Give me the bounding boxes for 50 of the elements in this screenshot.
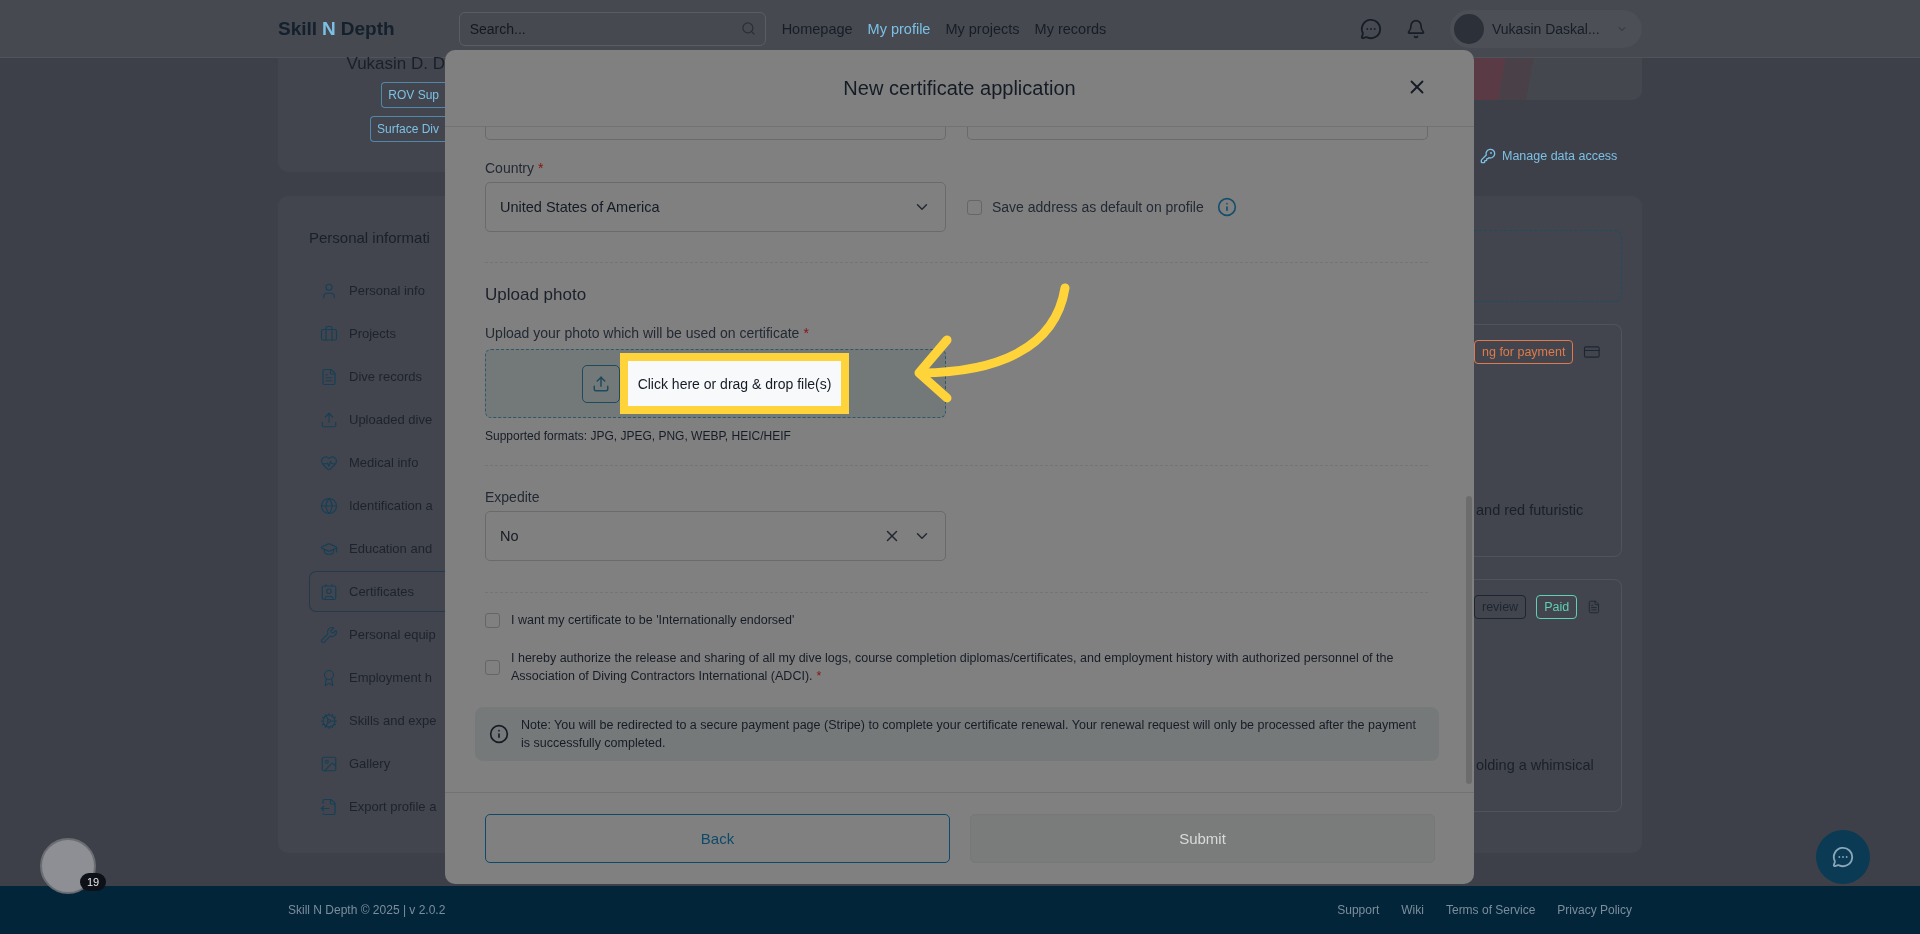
nav-link[interactable]: My profile bbox=[867, 20, 931, 37]
country-select[interactable]: United States of America bbox=[485, 182, 946, 232]
upload-icon bbox=[320, 410, 338, 429]
checkbox[interactable] bbox=[967, 199, 982, 215]
consent-checkbox[interactable]: I hereby authorize the release and sharing of all my dive logs, course completion diplomas/certificates, and employment history with authorized personnel of the Association of Diving Contractors International (ADCI). * bbox=[485, 649, 1428, 685]
footer-link[interactable]: Terms of Service bbox=[1445, 903, 1536, 917]
chat-button[interactable] bbox=[1816, 830, 1870, 884]
payment-note: Note: You will be redirected to a secure payment page (Stripe) to complete your certificate renewal. Your renewal request will only be processed after the payment is successfully completed. bbox=[475, 707, 1439, 761]
expedite-select[interactable]: No bbox=[485, 511, 946, 561]
upload-prompt[interactable]: Click here or drag & drop file(s) bbox=[619, 353, 850, 414]
copyright-text: Skill N Depth © 2025 | v 2.0.2 bbox=[288, 903, 446, 917]
bell-icon[interactable] bbox=[1406, 18, 1426, 39]
info-icon[interactable] bbox=[1216, 197, 1237, 217]
checkbox[interactable] bbox=[485, 612, 500, 628]
briefcase-icon bbox=[320, 324, 338, 343]
field-label: Expedite bbox=[485, 489, 541, 505]
modal-title: New certificate application bbox=[843, 76, 1076, 100]
footer-link[interactable]: Wiki bbox=[1401, 903, 1424, 917]
upload-icon[interactable] bbox=[581, 364, 620, 403]
avatar bbox=[1454, 13, 1484, 44]
status-badge: Paid bbox=[1536, 595, 1578, 619]
chat-icon[interactable] bbox=[1360, 17, 1382, 40]
info-icon bbox=[489, 724, 509, 744]
chat-icon bbox=[1832, 846, 1854, 868]
back-button[interactable]: Back bbox=[485, 814, 950, 863]
gear-icon bbox=[320, 711, 338, 730]
credit-card-icon[interactable] bbox=[1583, 343, 1601, 361]
wrench-icon bbox=[320, 625, 338, 644]
heart-pulse-icon bbox=[320, 453, 338, 472]
manage-access-link[interactable]: Manage data access bbox=[1480, 144, 1622, 168]
section-title: Upload photo bbox=[485, 285, 588, 305]
checkbox-label[interactable]: Save address as default on profile bbox=[967, 199, 1204, 215]
document-icon[interactable] bbox=[1587, 598, 1601, 616]
id-card-icon bbox=[320, 582, 338, 601]
count-badge: 19 bbox=[80, 873, 107, 891]
footer-link[interactable]: Support bbox=[1337, 903, 1380, 917]
field-label: Country * bbox=[485, 160, 545, 176]
globe-icon bbox=[320, 496, 338, 515]
field-label: Upload your photo which will be used on certificate * bbox=[485, 325, 810, 341]
formats-hint: Supported formats: JPG, JPEG, PNG, WEBP, HEIC/HEIF bbox=[485, 429, 792, 443]
person-icon bbox=[320, 281, 338, 300]
file-export-icon bbox=[320, 797, 338, 816]
consent-checkbox[interactable]: I want my certificate to be 'Internationally endorsed' bbox=[485, 611, 1428, 629]
upload-dropzone[interactable]: Click here or drag & drop file(s) bbox=[485, 349, 946, 418]
search-icon bbox=[740, 20, 756, 36]
key-icon bbox=[1480, 148, 1496, 164]
footer-link[interactable]: Privacy Policy bbox=[1557, 903, 1632, 917]
checkbox[interactable] bbox=[485, 659, 500, 675]
document-icon bbox=[320, 367, 338, 386]
image-icon bbox=[320, 754, 338, 773]
